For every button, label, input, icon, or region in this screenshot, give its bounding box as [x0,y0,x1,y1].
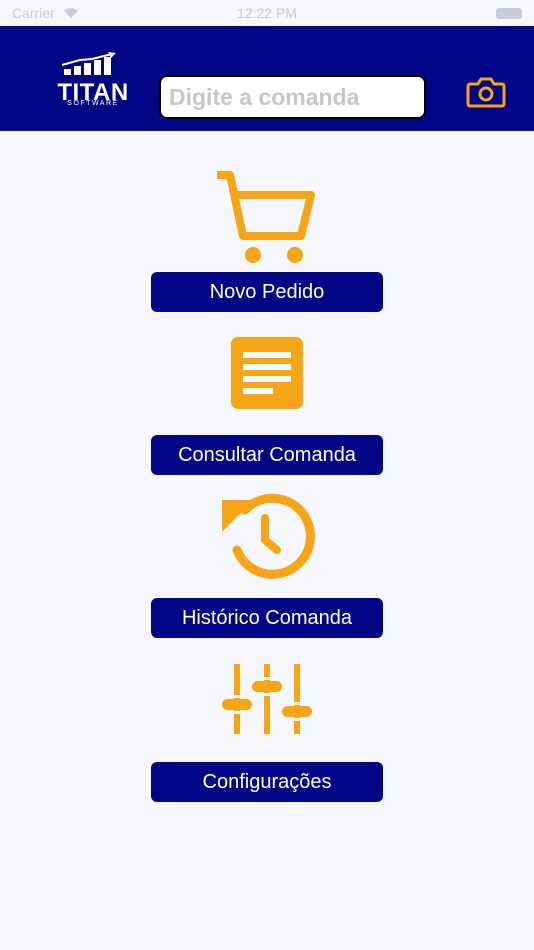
titan-logo: TITAN SOFTWARE [52,51,132,111]
camera-icon [466,77,506,108]
novo-pedido-button[interactable]: Novo Pedido [151,272,383,312]
cart-icon [217,171,315,263]
consultar-comanda-button[interactable]: Consultar Comanda [151,435,383,475]
status-time: 12:22 PM [237,5,297,21]
chart-arrow-icon [61,52,116,75]
battery-icon [496,7,522,19]
carrier-label: Carrier [12,5,55,21]
cart-icon-wrapper[interactable] [0,170,534,266]
historico-comanda-button[interactable]: Histórico Comanda [151,598,383,638]
history-icon-wrapper[interactable] [0,488,534,584]
camera-button[interactable] [464,72,508,112]
sliders-icon-wrapper[interactable] [0,662,534,736]
comanda-input[interactable] [159,75,426,119]
document-icon-wrapper[interactable] [0,336,534,410]
document-icon [231,337,303,409]
sliders-icon [222,664,312,734]
status-bar: Carrier 12:22 PM [0,0,534,26]
wifi-icon [63,8,78,18]
status-left: Carrier [12,5,79,21]
logo-subtitle: SOFTWARE [67,100,119,107]
app-header: TITAN SOFTWARE [0,26,534,131]
history-icon [222,493,315,579]
configuracoes-button[interactable]: Configurações [151,762,383,802]
